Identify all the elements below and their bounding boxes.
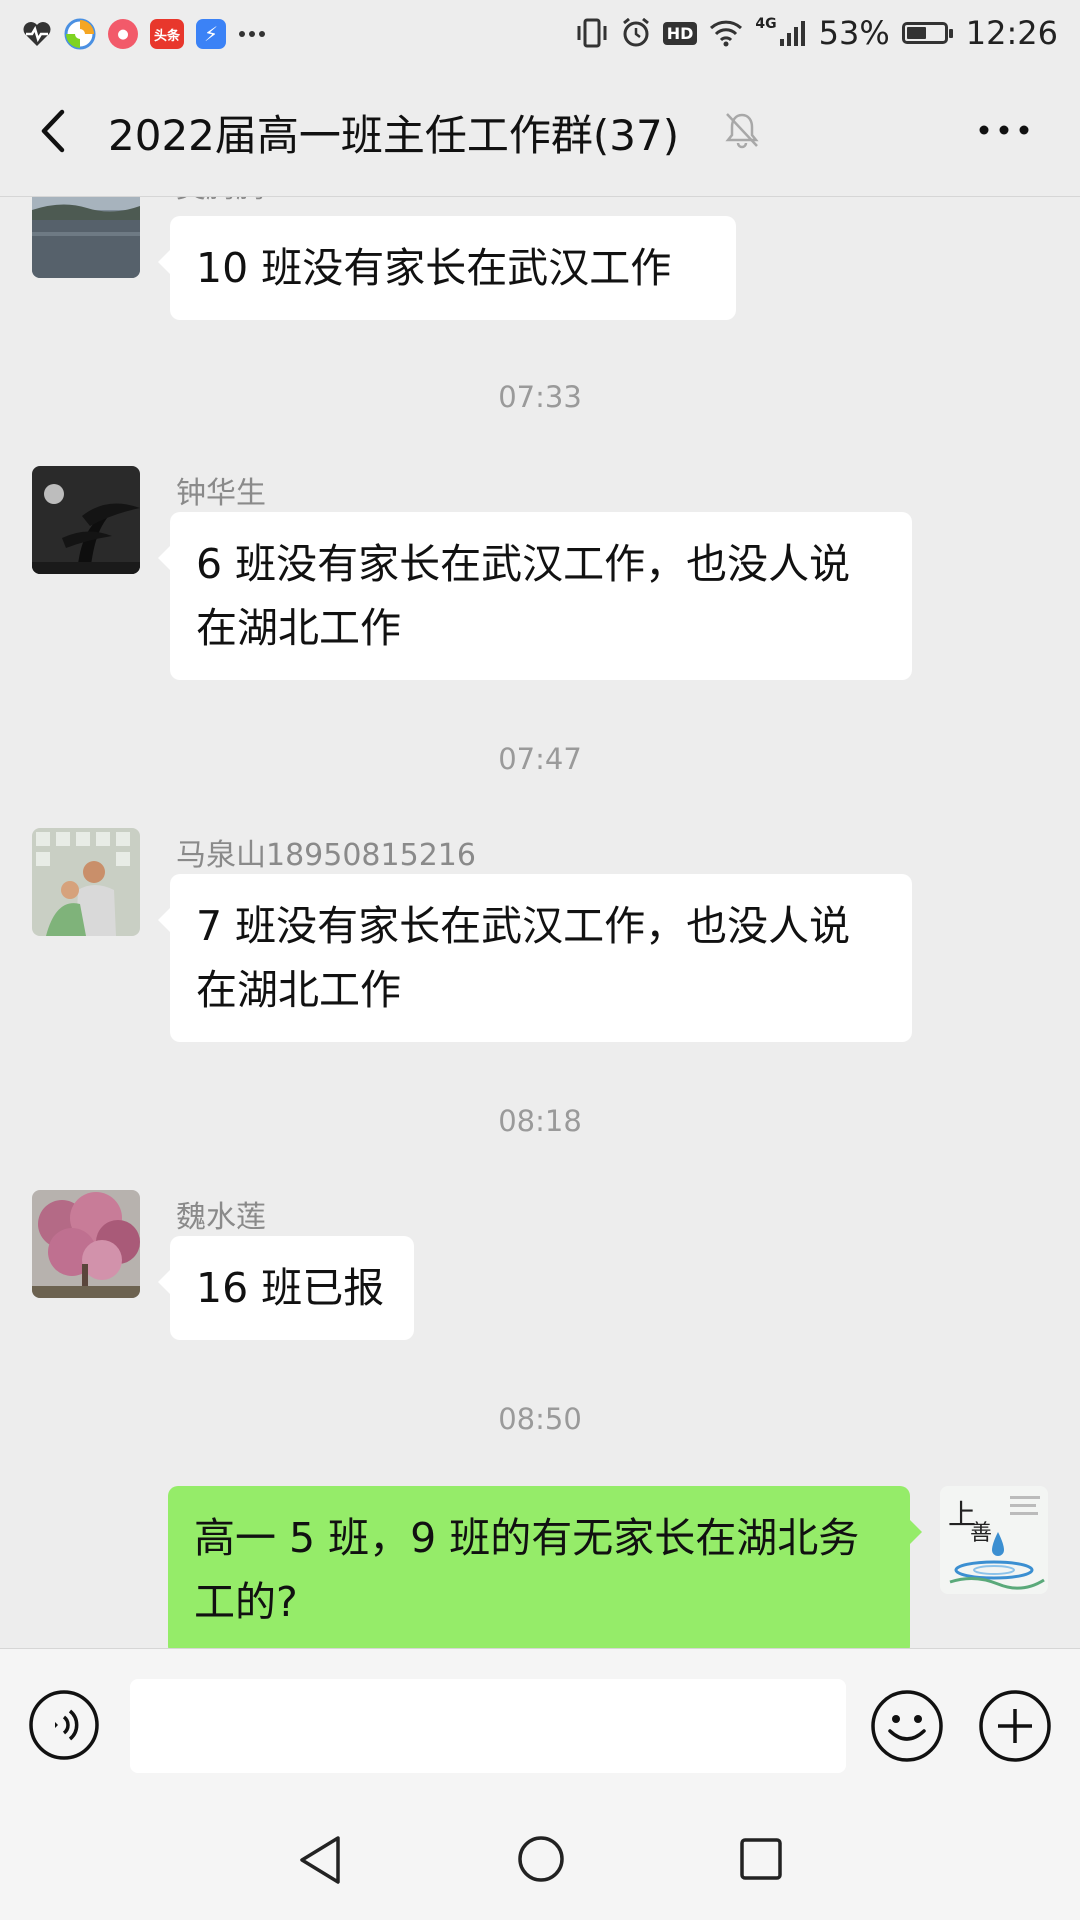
emoji-icon[interactable] [870, 1689, 944, 1763]
news-app-icon: 头条 [150, 19, 184, 49]
message-text: 10 班没有家长在武汉工作 [196, 244, 672, 292]
nav-recent-icon[interactable] [738, 1836, 784, 1882]
outgoing-message-bubble[interactable]: 高一 5 班，9 班的有无家长在湖北务工的? [168, 1486, 922, 1648]
timestamp: 07:47 [498, 742, 582, 776]
message-bubble[interactable]: 10 班没有家长在武汉工作 [158, 216, 736, 320]
message-bubble[interactable]: 7 班没有家长在武汉工作，也没人说在湖北工作 [158, 874, 912, 1042]
health-heart-icon [23, 22, 51, 46]
chat-title: 2022届高一班主任工作群(37) [108, 111, 680, 160]
sender-name: 吴腾腾 [176, 196, 266, 206]
status-bar: ● 头条 ⚡ HD 4G 53% 12:26 [0, 0, 1080, 66]
status-right-icons: HD 4G 53% 12:26 [575, 12, 1058, 54]
message-list[interactable]: 吴腾腾 10 班没有家长在武汉工作 07:33 钟华生 6 班没有家长在武汉工作… [0, 196, 1080, 1648]
avatar-magnolia-tree[interactable] [32, 1190, 140, 1298]
message-text: 7 班没有家长在武汉工作，也没人说在湖北工作 [196, 902, 851, 1014]
network-type: 4G [755, 16, 777, 32]
voice-icon[interactable] [28, 1689, 100, 1761]
wifi-icon [710, 20, 743, 47]
message-input[interactable] [130, 1679, 846, 1773]
avatar-moon-pine[interactable] [32, 466, 140, 574]
nav-back-icon[interactable] [296, 1834, 344, 1886]
more-dots-icon [239, 31, 265, 37]
timestamp: 08:50 [498, 1402, 582, 1436]
more-options-icon[interactable] [974, 116, 1034, 144]
message-text: 16 班已报 [196, 1264, 385, 1312]
avatar-lake-landscape[interactable] [32, 196, 140, 278]
system-nav-bar [0, 1800, 1080, 1920]
back-arrow-icon[interactable] [30, 106, 80, 156]
avatar-water-drop-calligraphy[interactable]: 上 善 [940, 1486, 1048, 1594]
chat-header: 2022届高一班主任工作群(37) [0, 66, 1080, 197]
vibrate-icon [577, 18, 607, 48]
sender-name: 魏水莲 [176, 1200, 266, 1235]
message-bubble[interactable]: 16 班已报 [158, 1236, 414, 1340]
browser-icon [64, 18, 96, 50]
message-bubble[interactable]: 6 班没有家长在武汉工作，也没人说在湖北工作 [158, 512, 912, 680]
timestamp: 07:33 [498, 380, 582, 414]
svg-text:善: 善 [970, 1521, 992, 1546]
battery-percent: 53% [818, 14, 890, 52]
signal-icon [779, 21, 805, 46]
clock: 12:26 [965, 14, 1058, 52]
message-text: 6 班没有家长在武汉工作，也没人说在湖北工作 [196, 540, 851, 652]
mute-bell-icon [725, 113, 759, 149]
avatar-children-photo[interactable] [32, 828, 140, 936]
chat-input-bar [0, 1648, 1080, 1801]
status-left-icons: ● 头条 ⚡ [22, 14, 266, 54]
plus-icon[interactable] [978, 1689, 1052, 1763]
timestamp: 08:18 [498, 1104, 582, 1138]
battery-icon [901, 22, 953, 44]
alarm-icon [622, 18, 649, 47]
sender-name: 马泉山18950815216 [176, 838, 476, 873]
sender-name: 钟华生 [176, 476, 266, 511]
message-text: 高一 5 班，9 班的有无家长在湖北务工的? [194, 1514, 860, 1626]
video-app-icon: ● [108, 19, 138, 49]
lightning-app-icon: ⚡ [196, 19, 226, 49]
nav-home-icon[interactable] [516, 1834, 566, 1884]
hd-badge: HD [662, 21, 698, 45]
